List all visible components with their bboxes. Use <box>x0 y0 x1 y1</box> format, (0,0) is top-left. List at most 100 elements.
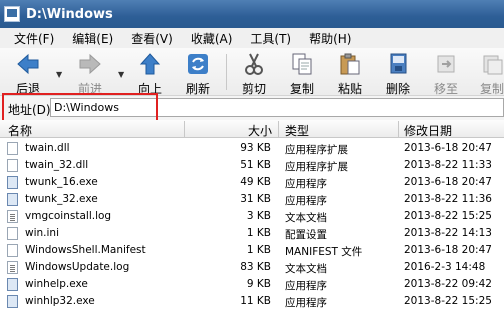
folder-window-icon <box>4 6 20 22</box>
file-modified: 2013-8-22 15:25 <box>404 295 492 307</box>
cut-button[interactable]: 剪切 <box>232 50 276 96</box>
file-row[interactable]: twain.dll 93 KB 应用程序扩展 2013-6-18 20:47 <box>0 140 504 157</box>
refresh-label: 刷新 <box>185 82 210 96</box>
file-type: MANIFEST 文件 <box>285 246 363 258</box>
column-divider[interactable] <box>278 121 279 137</box>
move-to-button[interactable]: 移至 <box>424 50 468 96</box>
toolbar-separator <box>226 54 227 90</box>
file-size: 31 KB <box>240 193 271 205</box>
file-size: 49 KB <box>240 176 271 188</box>
file-name: twain.dll <box>25 142 70 154</box>
file-type: 应用程序 <box>285 178 327 190</box>
copy-to-icon <box>480 52 504 76</box>
back-button[interactable]: 后退 <box>6 50 50 96</box>
menu-tools[interactable]: 工具(T) <box>250 30 291 47</box>
file-modified: 2013-8-22 15:25 <box>404 210 492 222</box>
copy-button[interactable]: 复制 <box>280 50 324 96</box>
exe-icon <box>7 176 18 189</box>
file-modified: 2013-6-18 20:47 <box>404 244 492 256</box>
column-divider[interactable] <box>398 121 399 137</box>
menu-view[interactable]: 查看(V) <box>131 30 173 47</box>
menu-edit[interactable]: 编辑(E) <box>72 30 113 47</box>
copy-to-button[interactable]: 复制 <box>470 50 504 96</box>
column-size[interactable]: 大小 <box>248 122 272 139</box>
file-row[interactable]: WindowsShell.Manifest 1 KB MANIFEST 文件 2013… <box>0 242 504 259</box>
paste-icon <box>338 52 362 76</box>
paste-label: 粘贴 <box>337 82 362 96</box>
menu-bar: 文件(F) 编辑(E) 查看(V) 收藏(A) 工具(T) 帮助(H) <box>0 28 504 48</box>
file-size: 9 KB <box>246 278 271 290</box>
file-icon <box>7 244 18 257</box>
column-modified[interactable]: 修改日期 <box>404 122 452 139</box>
copy-label: 复制 <box>289 82 314 96</box>
menu-file[interactable]: 文件(F) <box>14 30 54 47</box>
file-modified: 2013-8-22 11:33 <box>404 159 492 171</box>
menu-favorites[interactable]: 收藏(A) <box>191 30 233 47</box>
forward-button[interactable]: 前进 <box>68 50 112 96</box>
menu-help[interactable]: 帮助(H) <box>309 30 351 47</box>
back-arrow-icon <box>16 52 40 76</box>
column-type[interactable]: 类型 <box>285 122 309 139</box>
file-size: 51 KB <box>240 159 271 171</box>
column-name[interactable]: 名称 <box>8 122 32 139</box>
file-type: 应用程序 <box>285 297 327 309</box>
back-dropdown-icon[interactable]: ▼ <box>56 70 62 79</box>
paste-button[interactable]: 粘贴 <box>328 50 372 96</box>
file-name: twain_32.dll <box>25 159 89 171</box>
column-divider[interactable] <box>184 121 185 137</box>
delete-icon <box>386 52 410 76</box>
file-size: 1 KB <box>246 244 271 256</box>
file-type: 配置设置 <box>285 229 327 241</box>
file-modified: 2013-6-18 20:47 <box>404 176 492 188</box>
file-modified: 2013-6-18 20:47 <box>404 142 492 154</box>
file-name: WindowsShell.Manifest <box>25 244 146 256</box>
file-size: 1 KB <box>246 227 271 239</box>
file-row[interactable]: win.ini 1 KB 配置设置 2013-8-22 14:13 <box>0 225 504 242</box>
file-modified: 2013-8-22 11:36 <box>404 193 492 205</box>
delete-button[interactable]: 删除 <box>376 50 420 96</box>
title-bar: D:\Windows <box>0 0 504 28</box>
exe-icon <box>7 193 18 206</box>
file-row[interactable]: vmgcoinstall.log 3 KB 文本文档 2013-8-22 15:25 <box>0 208 504 225</box>
file-row[interactable]: twunk_16.exe 49 KB 应用程序 2013-6-18 20:47 <box>0 174 504 191</box>
file-row[interactable]: twunk_32.exe 31 KB 应用程序 2013-8-22 11:36 <box>0 191 504 208</box>
file-type: 文本文档 <box>285 212 327 224</box>
file-list: twain.dll 93 KB 应用程序扩展 2013-6-18 20:47 twain… <box>0 138 504 316</box>
scissors-icon <box>242 52 266 76</box>
file-modified: 2013-8-22 14:13 <box>404 227 492 239</box>
cut-label: 剪切 <box>241 82 266 96</box>
file-name: winhelp.exe <box>25 278 88 290</box>
move-to-icon <box>434 52 458 76</box>
file-row[interactable]: twain_32.dll 51 KB 应用程序扩展 2013-8-22 11:33 <box>0 157 504 174</box>
text-file-icon <box>7 210 18 223</box>
text-file-icon <box>7 261 18 274</box>
refresh-button[interactable]: 刷新 <box>176 50 220 96</box>
file-name: twunk_32.exe <box>25 193 98 205</box>
refresh-icon <box>186 52 210 76</box>
file-row[interactable]: winhelp.exe 9 KB 应用程序 2013-8-22 09:42 <box>0 276 504 293</box>
file-type: 文本文档 <box>285 263 327 275</box>
exe-icon <box>7 295 18 308</box>
file-row[interactable]: WindowsUpdate.log 83 KB 文本文档 2016-2-3 14:48 <box>0 259 504 276</box>
file-size: 3 KB <box>246 210 271 222</box>
file-icon <box>7 142 18 155</box>
file-size: 11 KB <box>240 295 271 307</box>
toolbar: 后退 ▼ 前进 ▼ 向上 刷新 剪切 复制 粘贴 删除 移至 复制 <box>0 48 504 96</box>
file-name: winhlp32.exe <box>25 295 95 307</box>
forward-dropdown-icon[interactable]: ▼ <box>118 70 124 79</box>
window-title: D:\Windows <box>26 6 113 22</box>
file-modified: 2013-8-22 09:42 <box>404 278 492 290</box>
file-size: 93 KB <box>240 142 271 154</box>
file-type: 应用程序 <box>285 280 327 292</box>
file-name: vmgcoinstall.log <box>25 210 112 222</box>
file-modified: 2016-2-3 14:48 <box>404 261 486 273</box>
file-icon <box>7 159 18 172</box>
file-row[interactable]: winhlp32.exe 11 KB 应用程序 2013-8-22 15:25 <box>0 293 504 310</box>
delete-label: 删除 <box>385 82 410 96</box>
file-type: 应用程序扩展 <box>285 144 348 156</box>
copy-to-label: 复制 <box>479 82 504 96</box>
address-highlight-box <box>2 93 158 123</box>
up-button[interactable]: 向上 <box>128 50 172 96</box>
up-arrow-icon <box>138 52 162 76</box>
file-type: 应用程序 <box>285 195 327 207</box>
